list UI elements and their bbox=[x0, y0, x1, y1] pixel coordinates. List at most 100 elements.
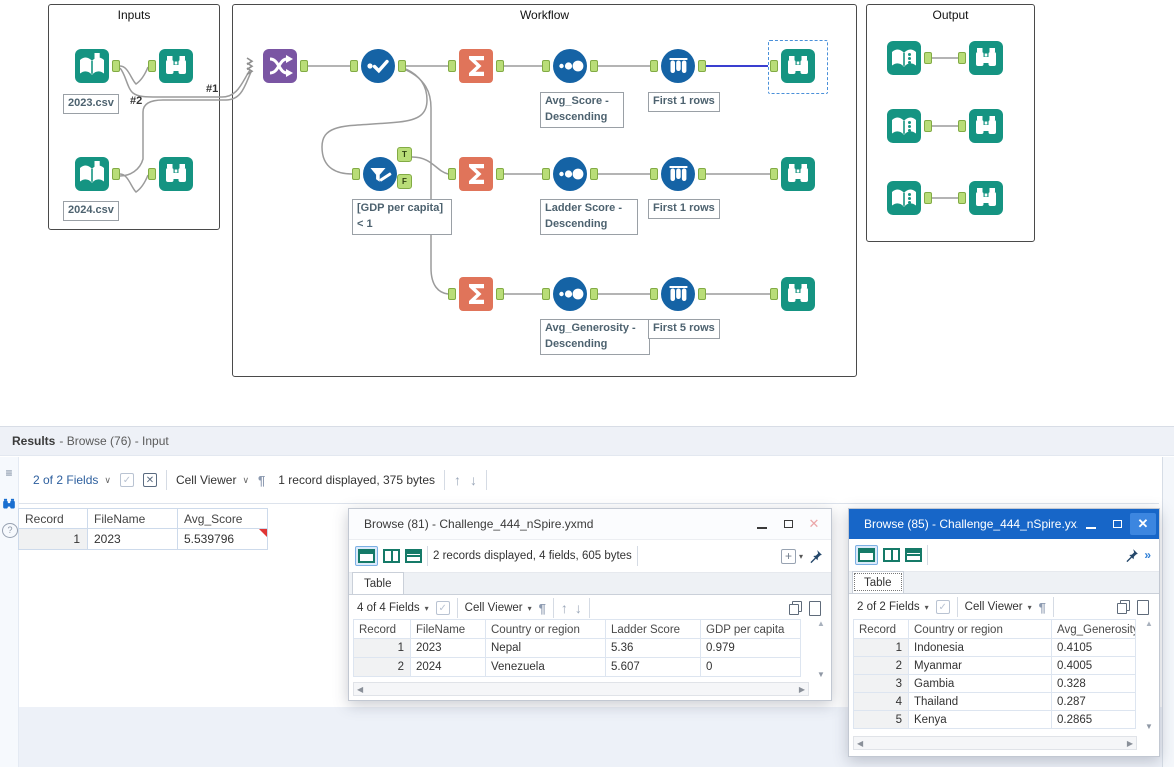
table-cell[interactable]: 5.36 bbox=[606, 639, 701, 658]
tool-sample-1[interactable] bbox=[650, 48, 706, 84]
record-number-cell[interactable]: 1 bbox=[18, 529, 88, 550]
column-header[interactable]: Country or region bbox=[486, 619, 606, 639]
select-fields-checkbox-icon[interactable]: ✓ bbox=[935, 600, 950, 614]
record-number-cell[interactable]: 4 bbox=[853, 693, 909, 711]
output-anchor[interactable] bbox=[112, 60, 120, 72]
annotation-sort-1[interactable]: Avg_Score - Descending bbox=[540, 92, 624, 128]
input-anchor[interactable] bbox=[350, 60, 358, 72]
table-cell[interactable]: Myanmar bbox=[909, 657, 1052, 675]
annotation-filter[interactable]: [GDP per capita] < 1 bbox=[352, 199, 452, 235]
tool-summarize-1[interactable] bbox=[448, 48, 504, 84]
maximize-button[interactable] bbox=[775, 513, 801, 535]
output-anchor[interactable] bbox=[698, 288, 706, 300]
input-anchor[interactable] bbox=[958, 192, 966, 204]
tool-input-data-2024[interactable] bbox=[74, 156, 120, 192]
column-header[interactable]: GDP per capita bbox=[701, 619, 801, 639]
tool-text-input-2[interactable] bbox=[886, 108, 932, 144]
table-cell[interactable]: 2023 bbox=[411, 639, 486, 658]
input-anchor[interactable] bbox=[542, 60, 550, 72]
annotation-input-2023[interactable]: 2023.csv bbox=[63, 94, 119, 114]
input-anchor[interactable] bbox=[770, 60, 778, 72]
scroll-up-icon[interactable]: ↑ bbox=[561, 600, 568, 616]
table-cell[interactable]: 5.607 bbox=[606, 658, 701, 677]
table-cell[interactable]: Thailand bbox=[909, 693, 1052, 711]
output-anchor[interactable] bbox=[924, 192, 932, 204]
input-anchor[interactable] bbox=[448, 60, 456, 72]
new-window-button[interactable]: + bbox=[780, 548, 796, 564]
scroll-left-arrow[interactable]: ◀ bbox=[357, 685, 363, 694]
scroll-up-arrow[interactable]: ▲ bbox=[817, 619, 825, 628]
pin-icon[interactable] bbox=[1124, 548, 1139, 563]
output-anchor[interactable] bbox=[496, 60, 504, 72]
input-anchor[interactable] bbox=[770, 288, 778, 300]
scroll-up-arrow[interactable]: ▲ bbox=[1145, 619, 1153, 628]
input-anchor[interactable] bbox=[352, 168, 360, 180]
select-all-checkbox-icon[interactable]: ✓ bbox=[119, 473, 134, 487]
table-cell[interactable]: Venezuela bbox=[486, 658, 606, 677]
input-anchor[interactable] bbox=[148, 60, 156, 72]
column-header[interactable]: FileName bbox=[88, 508, 178, 529]
table-cell[interactable]: 2023 bbox=[88, 529, 178, 550]
output-anchor[interactable] bbox=[496, 168, 504, 180]
copy-icon[interactable] bbox=[789, 601, 802, 615]
input-anchor[interactable] bbox=[958, 120, 966, 132]
help-icon[interactable]: ? bbox=[2, 523, 18, 538]
tool-browse-2[interactable] bbox=[770, 156, 816, 192]
tool-input-data-2023[interactable] bbox=[74, 48, 120, 84]
column-header[interactable]: Record bbox=[853, 619, 909, 639]
messages-icon[interactable]: ≡ bbox=[2, 467, 16, 479]
tool-sample-3[interactable] bbox=[650, 276, 706, 312]
output-anchor[interactable] bbox=[698, 168, 706, 180]
record-number-cell[interactable]: 3 bbox=[853, 675, 909, 693]
output-anchor[interactable] bbox=[590, 60, 598, 72]
record-number-cell[interactable]: 1 bbox=[853, 639, 909, 657]
tool-sort-2[interactable] bbox=[542, 156, 598, 192]
dropdown-arrow-icon[interactable]: ▾ bbox=[799, 552, 803, 561]
tab-table[interactable]: Table bbox=[352, 572, 404, 594]
pin-icon[interactable] bbox=[808, 549, 823, 564]
filter-true-anchor[interactable]: T bbox=[397, 147, 412, 162]
annotation-sort-3[interactable]: Avg_Generosity - Descending bbox=[540, 319, 650, 355]
horizontal-scrollbar[interactable]: ◀ ▶ bbox=[353, 682, 809, 696]
workflow-canvas[interactable]: Inputs Workflow Output 2023.csv 2024.csv… bbox=[0, 0, 1174, 426]
horizontal-split-icon[interactable] bbox=[905, 548, 922, 562]
table-cell[interactable]: 0.328 bbox=[1052, 675, 1136, 693]
output-anchor[interactable] bbox=[496, 288, 504, 300]
tool-summarize-2[interactable] bbox=[448, 156, 504, 192]
table-cell[interactable]: 0.287 bbox=[1052, 693, 1136, 711]
tool-browse-input-1[interactable] bbox=[148, 48, 194, 84]
select-fields-checkbox-icon[interactable]: ✓ bbox=[435, 601, 450, 615]
minimize-button[interactable] bbox=[1078, 513, 1104, 535]
fields-dropdown[interactable]: 4 of 4 Fields bbox=[357, 602, 420, 614]
table-cell[interactable]: 0.4105 bbox=[1052, 639, 1136, 657]
tool-text-input-1[interactable] bbox=[886, 40, 932, 76]
copy-icon[interactable] bbox=[1117, 600, 1130, 614]
whitespace-toggle-icon[interactable]: ¶ bbox=[258, 473, 265, 488]
input-anchor[interactable] bbox=[650, 168, 658, 180]
browse-85-window[interactable]: Browse (85) - Challenge_444_nSpire.yx...… bbox=[848, 508, 1160, 757]
whitespace-toggle-icon[interactable]: ¶ bbox=[1039, 600, 1046, 615]
tool-select[interactable] bbox=[350, 48, 406, 84]
table-cell[interactable]: Kenya bbox=[909, 711, 1052, 729]
table-cell[interactable]: 5.539796 bbox=[178, 529, 268, 550]
tool-text-input-3[interactable] bbox=[886, 180, 932, 216]
annotation-sample-2[interactable]: First 1 rows bbox=[648, 199, 720, 219]
table-cell[interactable]: 0.4005 bbox=[1052, 657, 1136, 675]
cell-viewer-dropdown[interactable]: Cell Viewer bbox=[965, 601, 1023, 613]
whitespace-toggle-icon[interactable]: ¶ bbox=[539, 601, 546, 616]
table-cell[interactable]: 0.979 bbox=[701, 639, 801, 658]
record-number-cell[interactable]: 5 bbox=[853, 711, 909, 729]
scroll-down-icon[interactable]: ↓ bbox=[470, 472, 477, 488]
tool-browse-output-1[interactable] bbox=[958, 40, 1004, 76]
output-anchor[interactable] bbox=[300, 60, 308, 72]
output-anchor[interactable] bbox=[698, 60, 706, 72]
annotation-sample-3[interactable]: First 5 rows bbox=[648, 319, 720, 339]
record-number-cell[interactable]: 1 bbox=[353, 639, 411, 658]
close-button[interactable]: ✕ bbox=[801, 513, 827, 535]
input-anchor[interactable] bbox=[650, 60, 658, 72]
browse-view-icon[interactable] bbox=[2, 497, 16, 510]
table-cell[interactable]: 0.2865 bbox=[1052, 711, 1136, 729]
window-titlebar[interactable]: Browse (85) - Challenge_444_nSpire.yx...… bbox=[849, 509, 1159, 539]
input-anchor[interactable] bbox=[542, 168, 550, 180]
minimize-button[interactable] bbox=[749, 513, 775, 535]
